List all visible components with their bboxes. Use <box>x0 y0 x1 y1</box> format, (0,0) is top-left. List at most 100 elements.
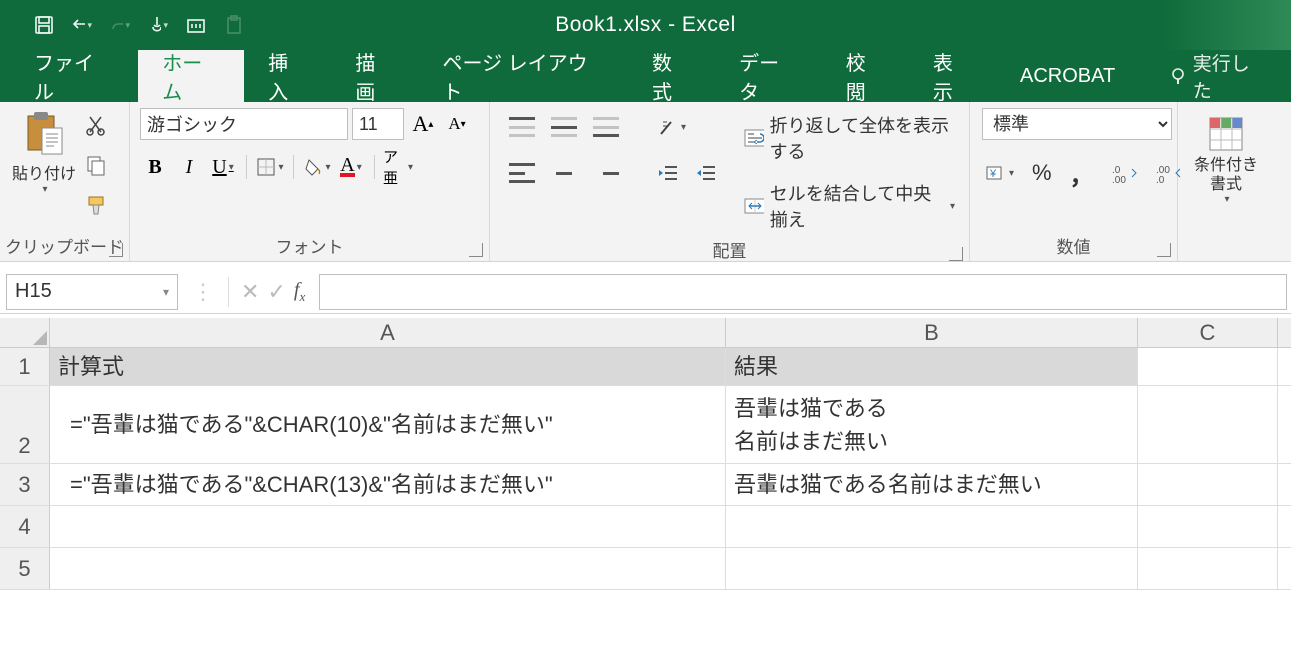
orientation-icon[interactable]: ▾ <box>654 112 689 142</box>
ribbon: 貼り付け ▾ クリップボード A▴ A▾ B I U▾ <box>0 102 1291 262</box>
tab-acrobat[interactable]: ACROBAT <box>996 50 1139 102</box>
tab-page-layout[interactable]: ページ レイアウト <box>419 50 629 102</box>
font-name-combo[interactable] <box>140 108 348 140</box>
cell-C2[interactable] <box>1138 386 1278 463</box>
formula-bar[interactable] <box>319 274 1287 310</box>
save-icon[interactable] <box>34 15 54 35</box>
row-header-4[interactable]: 4 <box>0 506 50 547</box>
fill-color-icon[interactable]: ▾ <box>302 152 332 182</box>
tab-draw[interactable]: 描画 <box>331 50 418 102</box>
group-label-alignment: 配置 <box>713 242 747 261</box>
tell-me[interactable]: 実行した <box>1145 50 1291 102</box>
font-size-combo[interactable] <box>352 108 404 140</box>
increase-decimal-icon[interactable]: .0.00 <box>1109 158 1141 188</box>
percent-icon[interactable]: % <box>1029 158 1055 188</box>
increase-indent-icon[interactable] <box>692 158 720 188</box>
decrease-font-icon[interactable]: A▾ <box>442 109 472 139</box>
cut-icon[interactable] <box>82 110 110 140</box>
group-number: 標準 ¥▾ % ， .0.00 .00 .0 数値 <box>970 102 1178 261</box>
cell-B2[interactable]: 吾輩は猫である 名前はまだ無い <box>726 386 1138 463</box>
col-header-C[interactable]: C <box>1138 318 1278 347</box>
cell-B3[interactable]: 吾輩は猫である名前はまだ無い <box>726 464 1138 505</box>
italic-button[interactable]: I <box>174 152 204 182</box>
enter-formula-icon[interactable]: ✓ <box>267 279 285 305</box>
dialog-launcher-icon[interactable] <box>949 247 963 261</box>
row-header-1[interactable]: 1 <box>0 348 50 385</box>
group-label-number: 数値 <box>1057 238 1091 257</box>
cell-A3[interactable]: ="吾輩は猫である"&CHAR(13)&"名前はまだ無い" <box>50 464 726 505</box>
cell-C5[interactable] <box>1138 548 1278 589</box>
redo-icon[interactable]: ▾ <box>110 15 130 35</box>
dialog-launcher-icon[interactable] <box>469 243 483 257</box>
group-font: A▴ A▾ B I U▾ ▾ ▾ A▾ ア亜▾ フォント <box>130 102 490 261</box>
group-alignment: ▾ 折り返して全体を表示する セル <box>490 102 970 261</box>
worksheet-grid: A B C 1 計算式 結果 2 ="吾輩は猫である"&CHAR(10)&"名前… <box>0 318 1291 590</box>
title-bar: ▾ ▾ ▾ Book1.xlsx - Excel <box>0 0 1291 50</box>
bold-button[interactable]: B <box>140 152 170 182</box>
touch-mode-icon[interactable]: ▾ <box>148 15 168 35</box>
name-box[interactable]: H15▾ <box>6 274 178 310</box>
font-color-icon[interactable]: A▾ <box>336 152 366 182</box>
svg-text:¥: ¥ <box>989 168 997 180</box>
accounting-format-icon[interactable]: ¥▾ <box>982 158 1017 188</box>
paste-button[interactable]: 貼り付け ▾ <box>4 104 78 195</box>
keyboard-icon[interactable] <box>186 15 206 35</box>
format-painter-icon[interactable] <box>82 190 110 220</box>
cell-C1[interactable] <box>1138 348 1278 385</box>
window-title: Book1.xlsx - Excel <box>555 13 736 37</box>
align-center-icon[interactable] <box>548 158 580 188</box>
align-top-icon[interactable] <box>506 112 538 142</box>
decrease-indent-icon[interactable] <box>654 158 682 188</box>
undo-icon[interactable]: ▾ <box>72 15 92 35</box>
border-icon[interactable]: ▾ <box>255 152 285 182</box>
cell-B5[interactable] <box>726 548 1138 589</box>
copy-icon[interactable] <box>82 150 110 180</box>
svg-text:.00: .00 <box>1112 175 1126 183</box>
group-clipboard: 貼り付け ▾ クリップボード <box>0 102 130 261</box>
cell-A1[interactable]: 計算式 <box>50 348 726 385</box>
drag-handle-icon[interactable]: ⋮ <box>192 279 216 305</box>
tab-review[interactable]: 校閲 <box>822 50 909 102</box>
dialog-launcher-icon[interactable] <box>1157 243 1171 257</box>
cell-B1[interactable]: 結果 <box>726 348 1138 385</box>
merge-center-button[interactable]: セルを結合して中央揃え▾ <box>743 180 955 232</box>
comma-icon[interactable]: ， <box>1067 158 1097 188</box>
col-header-A[interactable]: A <box>50 318 726 347</box>
svg-text:.0: .0 <box>1156 175 1165 183</box>
formula-bar-area: H15▾ ⋮ ✕ ✓ fx <box>0 270 1291 314</box>
tab-home[interactable]: ホーム <box>138 50 244 102</box>
number-format-combo[interactable]: 標準 <box>982 108 1172 140</box>
cell-B4[interactable] <box>726 506 1138 547</box>
row-header-2[interactable]: 2 <box>0 386 50 463</box>
ribbon-tabs: ファイル ホーム 挿入 描画 ページ レイアウト 数式 データ 校閲 表示 AC… <box>0 50 1291 102</box>
insert-function-icon[interactable]: fx <box>294 279 305 305</box>
dialog-launcher-icon[interactable] <box>109 243 123 257</box>
tab-file[interactable]: ファイル <box>8 50 138 102</box>
cell-C3[interactable] <box>1138 464 1278 505</box>
wrap-text-button[interactable]: 折り返して全体を表示する <box>743 112 955 164</box>
row-header-5[interactable]: 5 <box>0 548 50 589</box>
align-left-icon[interactable] <box>506 158 538 188</box>
underline-button[interactable]: U▾ <box>208 152 238 182</box>
conditional-formatting-button[interactable]: 条件付き 書式▾ <box>1190 108 1262 207</box>
select-all-triangle[interactable] <box>0 318 50 347</box>
cell-C4[interactable] <box>1138 506 1278 547</box>
increase-font-icon[interactable]: A▴ <box>408 109 438 139</box>
quick-access-toolbar: ▾ ▾ ▾ <box>0 0 244 50</box>
tab-view[interactable]: 表示 <box>909 50 996 102</box>
row-header-3[interactable]: 3 <box>0 464 50 505</box>
tab-formulas[interactable]: 数式 <box>628 50 715 102</box>
phonetic-icon[interactable]: ア亜▾ <box>383 152 413 182</box>
cell-A5[interactable] <box>50 548 726 589</box>
col-header-B[interactable]: B <box>726 318 1138 347</box>
group-label-font: フォント <box>276 238 344 257</box>
cancel-formula-icon[interactable]: ✕ <box>241 279 259 305</box>
cell-A4[interactable] <box>50 506 726 547</box>
align-bottom-icon[interactable] <box>590 112 622 142</box>
tab-data[interactable]: データ <box>715 50 822 102</box>
cell-A2[interactable]: ="吾輩は猫である"&CHAR(10)&"名前はまだ無い" <box>50 386 726 463</box>
align-middle-icon[interactable] <box>548 112 580 142</box>
align-right-icon[interactable] <box>590 158 622 188</box>
tab-insert[interactable]: 挿入 <box>244 50 331 102</box>
paste-qat-icon[interactable] <box>224 15 244 35</box>
